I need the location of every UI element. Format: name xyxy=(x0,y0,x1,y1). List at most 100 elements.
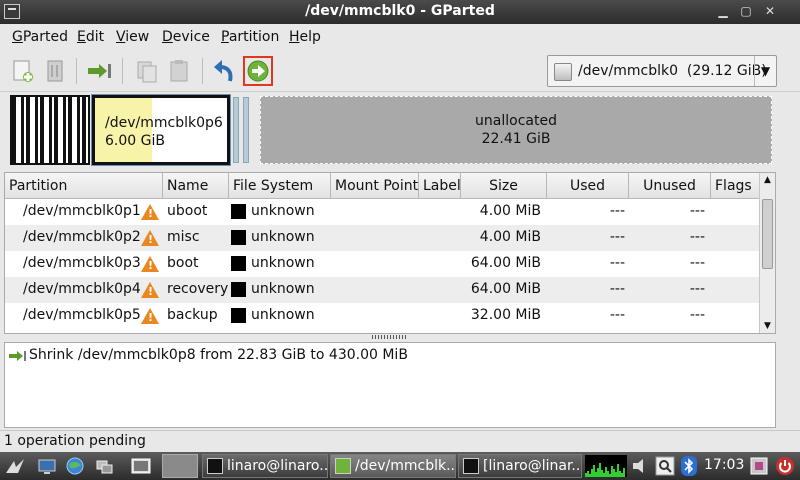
cell-unused: --- xyxy=(689,281,705,297)
resize-move-button[interactable] xyxy=(84,56,114,86)
taskbar-task-gparted[interactable]: /dev/mmcblk... xyxy=(330,454,456,478)
paste-icon xyxy=(170,60,188,82)
menu-device[interactable]: Device xyxy=(162,29,210,45)
resize-move-icon xyxy=(88,64,111,78)
pane-resize-handle[interactable] xyxy=(372,335,408,339)
column-header-size[interactable]: Size xyxy=(461,173,547,199)
new-partition-button[interactable] xyxy=(8,56,38,86)
filesystem-color-swatch xyxy=(231,308,246,323)
undo-button[interactable] xyxy=(210,56,240,86)
column-header-filesystem[interactable]: File System xyxy=(229,173,331,199)
cell-name: uboot xyxy=(167,203,208,219)
window-title: /dev/mmcblk0 - GParted xyxy=(305,3,495,19)
menu-gparted[interactable]: GParted xyxy=(12,29,68,45)
bluetooth-icon[interactable] xyxy=(678,455,700,477)
cell-used: --- xyxy=(609,255,625,271)
show-desktop-icon[interactable] xyxy=(36,455,58,477)
partition-table: Partition Name File System Mount Point L… xyxy=(4,172,776,334)
title-bar: /dev/mmcblk0 - GParted ▁ ▢ ✕ xyxy=(0,0,800,24)
status-bar: 1 operation pending xyxy=(0,430,800,452)
scroll-down-icon[interactable]: ▼ xyxy=(760,319,775,333)
copy-icon xyxy=(137,61,157,83)
delete-partition-icon xyxy=(47,60,63,82)
cell-used: --- xyxy=(609,281,625,297)
terminal-launcher-icon[interactable] xyxy=(130,455,152,477)
disk-map-unallocated[interactable]: unallocated 22.41 GiB xyxy=(260,96,772,164)
scrollbar-thumb[interactable] xyxy=(762,199,773,269)
table-row[interactable]: /dev/mmcblk0p3 boot unknown 64.00 MiB --… xyxy=(5,251,761,277)
cell-size: 64.00 MiB xyxy=(470,281,541,297)
device-selector-label: /dev/mmcblk0 (29.12 GiB) xyxy=(578,63,767,79)
volume-icon[interactable] xyxy=(630,455,652,477)
operation-item[interactable]: Shrink /dev/mmcblk0p8 from 22.83 GiB to … xyxy=(29,347,408,363)
table-row[interactable]: /dev/mmcblk0p4 recovery unknown 64.00 Mi… xyxy=(5,277,761,303)
disk-map-partition-size: 6.00 GiB xyxy=(105,133,165,149)
table-row[interactable]: /dev/mmcblk0p2 misc unknown 4.00 MiB ---… xyxy=(5,225,761,251)
unallocated-label: unallocated xyxy=(475,113,557,129)
start-menu-icon[interactable] xyxy=(4,455,26,477)
clock[interactable]: 17:03 xyxy=(704,457,744,473)
cell-name: misc xyxy=(167,229,200,245)
cell-unused: --- xyxy=(689,255,705,271)
delete-partition-button[interactable] xyxy=(40,56,70,86)
scroll-up-icon[interactable]: ▲ xyxy=(760,173,775,187)
menu-partition[interactable]: Partition xyxy=(221,29,279,45)
file-manager-icon[interactable] xyxy=(94,455,116,477)
cell-name: backup xyxy=(167,307,218,323)
table-scrollbar[interactable]: ▲ ▼ xyxy=(759,173,775,333)
taskbar-task-terminal-2[interactable]: [linaro@linar... xyxy=(458,454,582,478)
workspace-switcher[interactable] xyxy=(162,454,198,478)
disk-map-partition-selected[interactable]: /dev/mmcblk0p6 6.00 GiB xyxy=(91,94,231,166)
browser-icon[interactable] xyxy=(64,455,86,477)
menu-view[interactable]: View xyxy=(116,29,149,45)
lock-screen-icon[interactable] xyxy=(748,455,770,477)
minimize-icon[interactable]: ▁ xyxy=(715,3,731,19)
cell-partition: /dev/mmcblk0p4 xyxy=(23,281,141,297)
warning-icon xyxy=(141,282,159,298)
cell-size: 4.00 MiB xyxy=(479,203,541,219)
column-header-partition[interactable]: Partition xyxy=(5,173,163,199)
menu-edit[interactable]: Edit xyxy=(77,29,104,45)
filesystem-color-swatch xyxy=(231,282,246,297)
table-row[interactable]: /dev/mmcblk0p5 backup unknown 32.00 MiB … xyxy=(5,303,761,329)
cell-partition: /dev/mmcblk0p2 xyxy=(23,229,141,245)
cell-unused: --- xyxy=(689,229,705,245)
taskbar: linaro@linaro... /dev/mmcblk... [linaro@… xyxy=(0,452,800,480)
disk-map-partition-thin[interactable] xyxy=(243,97,249,163)
chevron-down-icon[interactable]: ▼ xyxy=(754,56,776,86)
status-text: 1 operation pending xyxy=(4,433,146,449)
gparted-icon xyxy=(335,458,351,474)
pending-operations-pane: Shrink /dev/mmcblk0p8 from 22.83 GiB to … xyxy=(4,342,776,428)
cpu-bar xyxy=(623,468,625,477)
cell-filesystem: unknown xyxy=(251,281,315,297)
cell-unused: --- xyxy=(689,307,705,323)
column-header-mountpoint[interactable]: Mount Point xyxy=(331,173,419,199)
copy-button[interactable] xyxy=(132,56,162,86)
column-header-flags[interactable]: Flags xyxy=(711,173,761,199)
cell-partition: /dev/mmcblk0p1 xyxy=(23,203,141,219)
column-header-unused[interactable]: Unused xyxy=(629,173,711,199)
undo-icon xyxy=(214,60,233,82)
close-icon[interactable]: ✕ xyxy=(762,3,778,19)
table-header: Partition Name File System Mount Point L… xyxy=(5,173,761,199)
maximize-icon[interactable]: ▢ xyxy=(738,3,754,19)
resize-move-icon xyxy=(9,351,26,361)
column-header-name[interactable]: Name xyxy=(163,173,229,199)
paste-button[interactable] xyxy=(164,56,194,86)
filesystem-color-swatch xyxy=(231,256,246,271)
device-selector[interactable]: /dev/mmcblk0 (29.12 GiB) ▼ xyxy=(547,55,777,87)
search-icon[interactable] xyxy=(654,455,676,477)
cell-unused: --- xyxy=(689,203,705,219)
warning-icon xyxy=(141,230,159,246)
column-header-used[interactable]: Used xyxy=(547,173,629,199)
column-header-label[interactable]: Label xyxy=(419,173,461,199)
power-icon[interactable] xyxy=(774,455,796,477)
disk-map-partition-name: /dev/mmcblk0p6 xyxy=(105,115,223,131)
disk-map-small-partitions[interactable] xyxy=(10,95,90,165)
disk-map-partition-thin[interactable] xyxy=(233,97,239,163)
apply-all-operations-button[interactable] xyxy=(243,56,273,86)
taskbar-task-terminal-1[interactable]: linaro@linaro... xyxy=(202,454,328,478)
table-row[interactable]: /dev/mmcblk0p1 uboot unknown 4.00 MiB --… xyxy=(5,199,761,225)
cell-size: 32.00 MiB xyxy=(470,307,541,323)
menu-help[interactable]: Help xyxy=(289,29,321,45)
